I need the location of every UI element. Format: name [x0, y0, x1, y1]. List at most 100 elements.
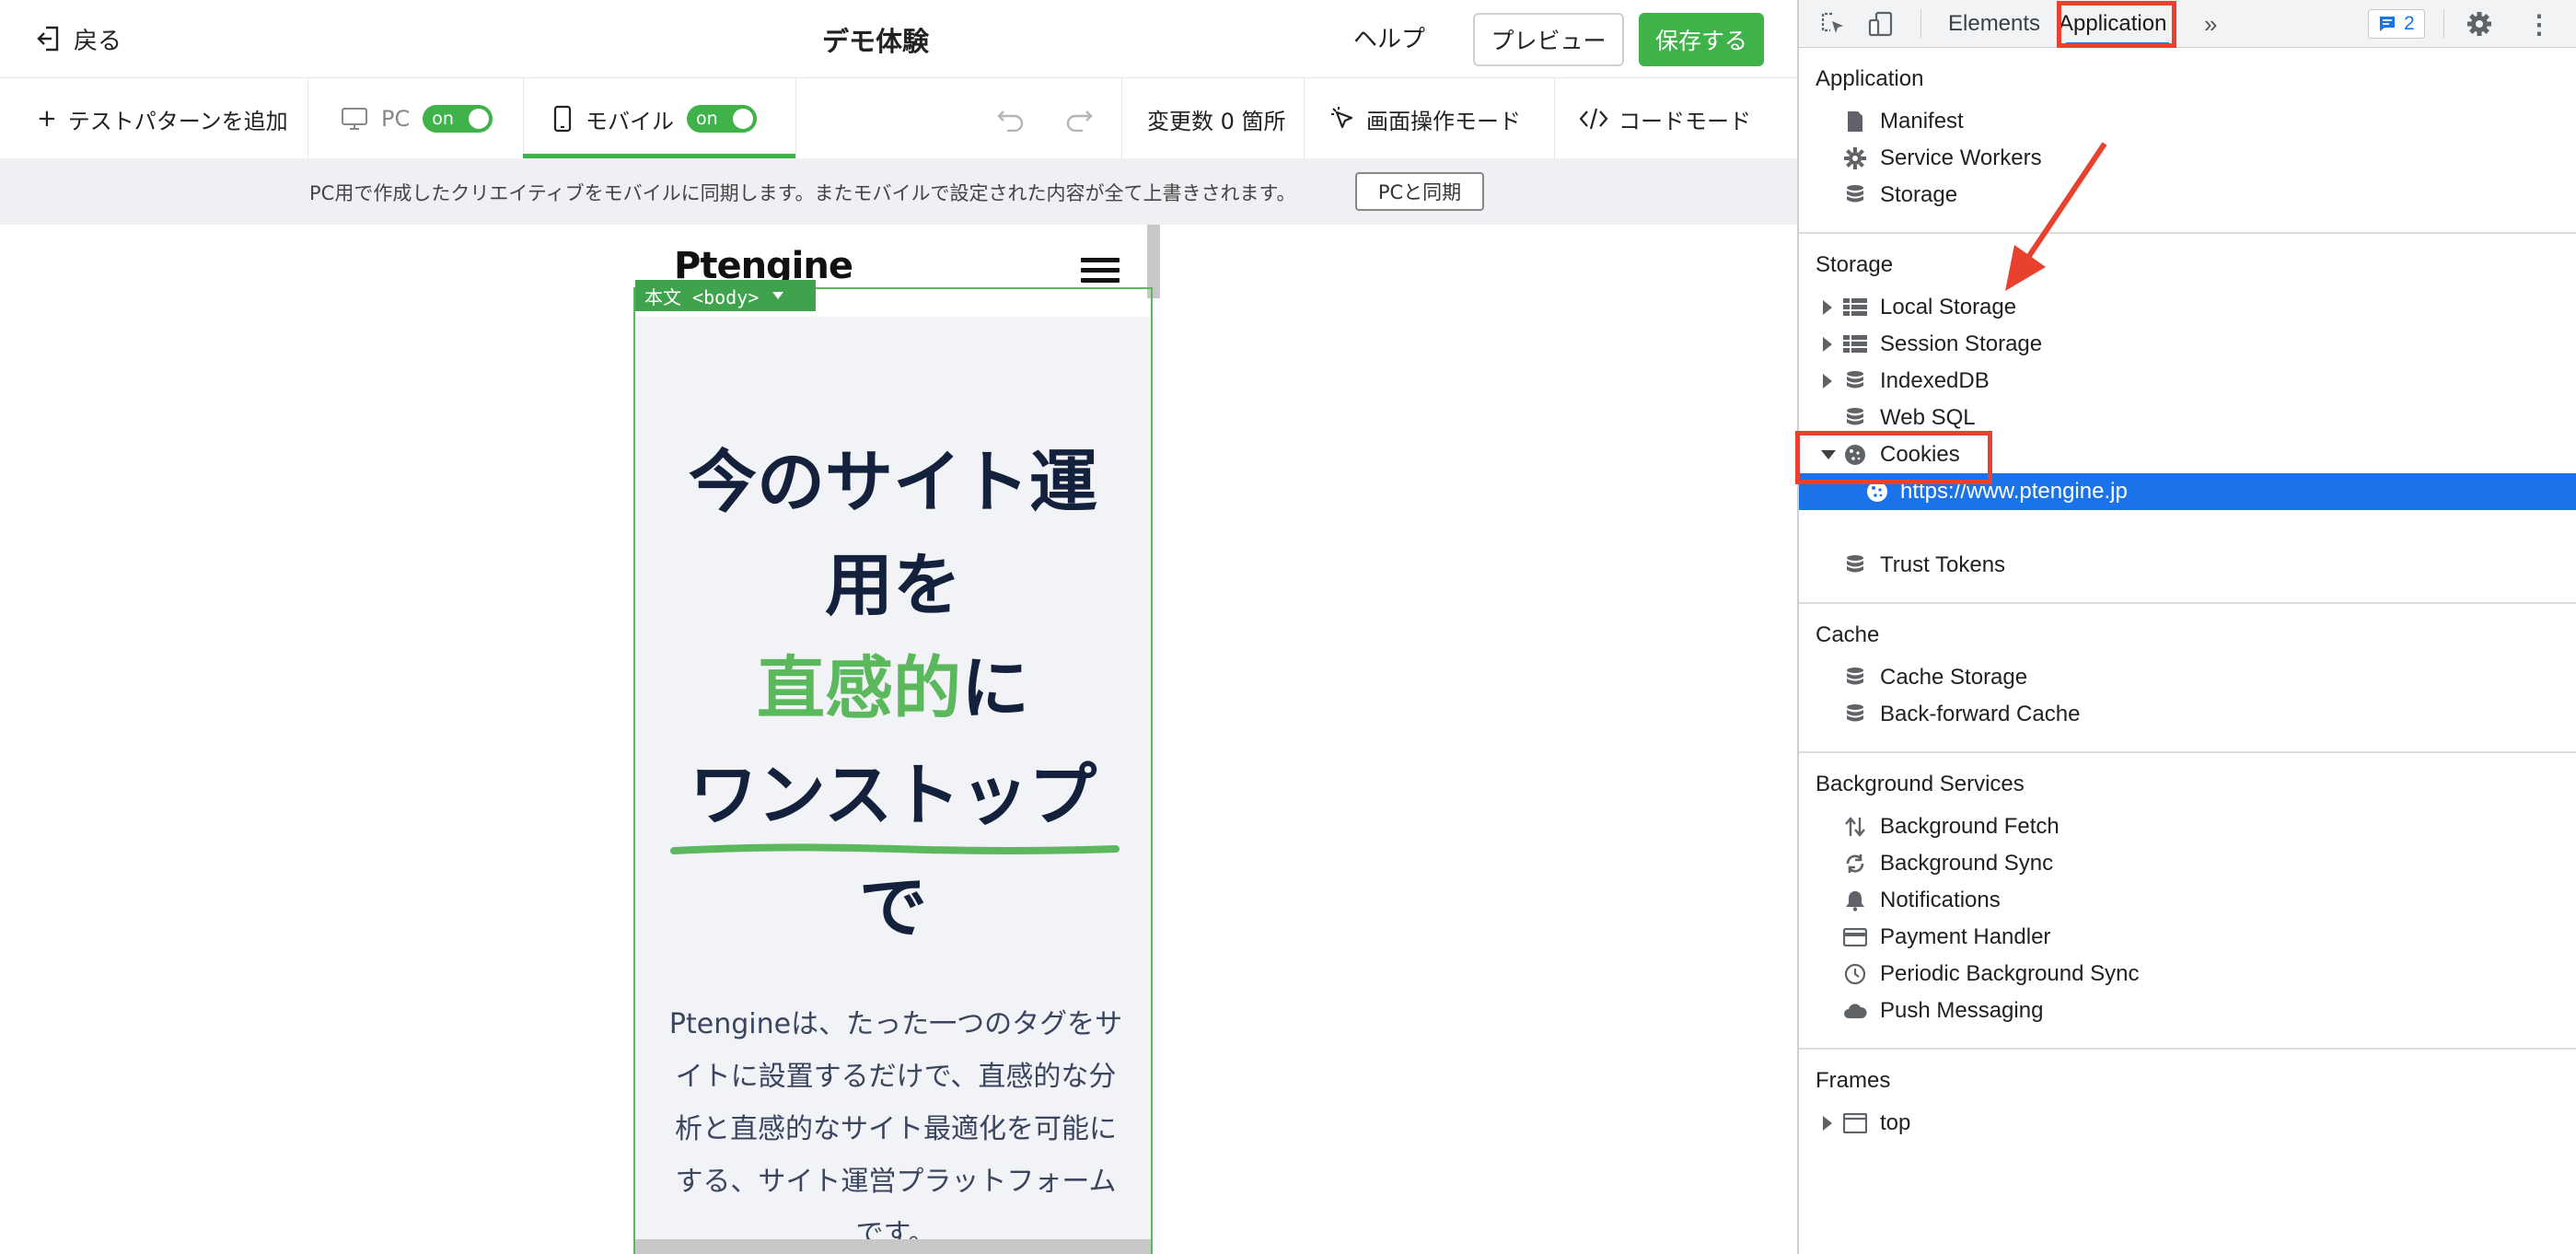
change-count: 変更数 0 箇所 [1147, 108, 1286, 134]
gear-icon [1843, 147, 1867, 169]
editor-toolbar: + テストパターンを追加 PC on モバイル on 変更数 0 箇所 画面操作… [0, 77, 1797, 159]
file-icon [1843, 110, 1867, 133]
add-test-pattern-button[interactable]: + テストパターンを追加 [37, 78, 288, 159]
undo-icon[interactable] [996, 78, 1026, 159]
toolbar-divider [307, 78, 308, 159]
section-heading: Background Services [1816, 772, 2025, 796]
tabbar-divider [2443, 9, 2444, 39]
cursor-click-icon [1331, 107, 1353, 129]
tabbar-divider [1920, 9, 1921, 39]
database-icon [1843, 554, 1867, 576]
mobile-icon [553, 105, 572, 133]
bell-icon [1843, 889, 1867, 911]
section-background-services: Background Services Background Fetch Bac… [1799, 753, 2576, 1050]
sync-icon [1843, 853, 1867, 875]
sidebar-item-storage[interactable]: Storage [1799, 177, 2576, 214]
devtools-panel: Elements Application » 2 ⋮ Application M… [1797, 0, 2576, 1254]
selection-label-text: 本文 <body> [644, 285, 760, 308]
mobile-preview-frame[interactable]: Ptengine 今のサイト運 用を 直感的に ワンストップ で Ptengin… [626, 225, 1162, 1254]
sync-with-pc-button[interactable]: PCと同期 [1355, 172, 1484, 211]
redo-icon[interactable] [1064, 78, 1094, 159]
expand-arrow-icon[interactable] [1823, 374, 1832, 389]
database-icon [1843, 184, 1867, 206]
hamburger-menu-icon[interactable] [1081, 258, 1120, 284]
sidebar-item-background-sync[interactable]: Background Sync [1799, 845, 2576, 882]
sidebar-item-trust-tokens[interactable]: Trust Tokens [1799, 547, 2576, 584]
tab-elements[interactable]: Elements [1948, 0, 2040, 48]
caret-down-icon [772, 292, 784, 299]
section-heading: Application [1816, 66, 1924, 91]
more-options-icon[interactable]: ⋮ [2526, 0, 2552, 48]
code-mode-label: コードモード [1619, 108, 1751, 134]
more-tabs-icon[interactable]: » [2204, 0, 2217, 48]
device-toolbar-icon[interactable] [1867, 0, 1895, 48]
database-icon [1843, 703, 1867, 726]
database-icon [1843, 667, 1867, 689]
section-storage: Storage Local Storage Session Storage In… [1799, 234, 2576, 604]
sidebar-item-cache-storage[interactable]: Cache Storage [1799, 659, 2576, 696]
sidebar-item-periodic-background-sync[interactable]: Periodic Background Sync [1799, 956, 2576, 993]
annotation-highlight-box [1795, 431, 1992, 484]
message-icon [2380, 17, 2395, 31]
sidebar-item-push-messaging[interactable]: Push Messaging [1799, 993, 2576, 1029]
element-selection-label[interactable]: 本文 <body> [635, 280, 816, 311]
help-link[interactable]: ヘルプ [1353, 20, 1425, 54]
section-heading: Frames [1816, 1068, 1891, 1093]
sidebar-item-notifications[interactable]: Notifications [1799, 882, 2576, 919]
section-application: Application Manifest Service Workers Sto… [1799, 48, 2576, 234]
cloud-icon [1843, 1000, 1867, 1022]
clock-icon [1843, 963, 1867, 985]
tab-mobile[interactable]: モバイル on [552, 78, 757, 159]
element-selection-outline [633, 287, 1153, 1254]
code-mode-button[interactable]: コードモード [1578, 78, 1751, 159]
section-cache: Cache Cache Storage Back-forward Cache [1799, 604, 2576, 753]
desktop-icon [342, 108, 367, 130]
sync-notice-text: PC用で作成したクリエイティブをモバイルに同期します。またモバイルで設定された内… [309, 182, 1296, 204]
frame-icon [1843, 1112, 1867, 1134]
up-down-arrows-icon [1843, 816, 1867, 838]
toolbar-divider [795, 78, 796, 159]
toolbar-divider [1554, 78, 1555, 159]
editor-topbar: 戻る デモ体験 ヘルプ プレビュー 保存する [0, 0, 1797, 77]
expand-arrow-icon[interactable] [1823, 337, 1832, 352]
annotation-highlight-box [2057, 1, 2176, 48]
toolbar-divider [1304, 78, 1305, 159]
issues-count: 2 [2404, 13, 2415, 34]
tab-pc[interactable]: PC on [341, 78, 493, 159]
mobile-toggle[interactable]: on [687, 105, 757, 133]
grid-icon [1843, 333, 1867, 355]
sidebar-item-frame-top[interactable]: top [1799, 1105, 2576, 1142]
sidebar-item-indexeddb[interactable]: IndexedDB [1799, 363, 2576, 400]
issues-badge[interactable]: 2 [2368, 9, 2425, 39]
screen-operation-mode-button[interactable]: 画面操作モード [1329, 78, 1521, 159]
pc-toggle[interactable]: on [423, 105, 493, 133]
plus-icon: + [37, 105, 57, 133]
sidebar-item-service-workers[interactable]: Service Workers [1799, 140, 2576, 177]
add-test-pattern-label: テストパターンを追加 [67, 108, 288, 134]
sidebar-item-back-forward-cache[interactable]: Back-forward Cache [1799, 696, 2576, 733]
inspect-element-icon[interactable] [1819, 0, 1847, 48]
annotation-arrow-icon [2005, 142, 2107, 291]
sidebar-item-manifest[interactable]: Manifest [1799, 103, 2576, 140]
mobile-tab-label: モバイル [586, 108, 674, 134]
sidebar-item-session-storage[interactable]: Session Storage [1799, 326, 2576, 363]
sync-notice-bar: PC用で作成したクリエイティブをモバイルに同期します。またモバイルで設定された内… [0, 158, 1797, 225]
expand-arrow-icon[interactable] [1823, 300, 1832, 315]
section-frames: Frames top [1799, 1050, 2576, 1169]
expand-arrow-icon[interactable] [1823, 1116, 1832, 1131]
code-icon [1579, 108, 1608, 130]
screen-mode-label: 画面操作モード [1366, 108, 1521, 134]
preview-horizontal-scrollbar[interactable] [635, 1239, 1151, 1254]
database-icon [1843, 370, 1867, 392]
sidebar-item-background-fetch[interactable]: Background Fetch [1799, 808, 2576, 845]
editor-area: 戻る デモ体験 ヘルプ プレビュー 保存する + テストパターンを追加 PC o… [0, 0, 1797, 1254]
toolbar-divider [523, 78, 524, 159]
save-button[interactable]: 保存する [1639, 13, 1764, 66]
sidebar-item-local-storage[interactable]: Local Storage [1799, 289, 2576, 326]
gear-icon[interactable] [2466, 0, 2493, 48]
pc-tab-label: PC [381, 106, 411, 132]
section-heading: Cache [1816, 622, 1880, 647]
sidebar-item-payment-handler[interactable]: Payment Handler [1799, 919, 2576, 956]
preview-button[interactable]: プレビュー [1473, 13, 1624, 66]
grid-icon [1843, 296, 1867, 319]
